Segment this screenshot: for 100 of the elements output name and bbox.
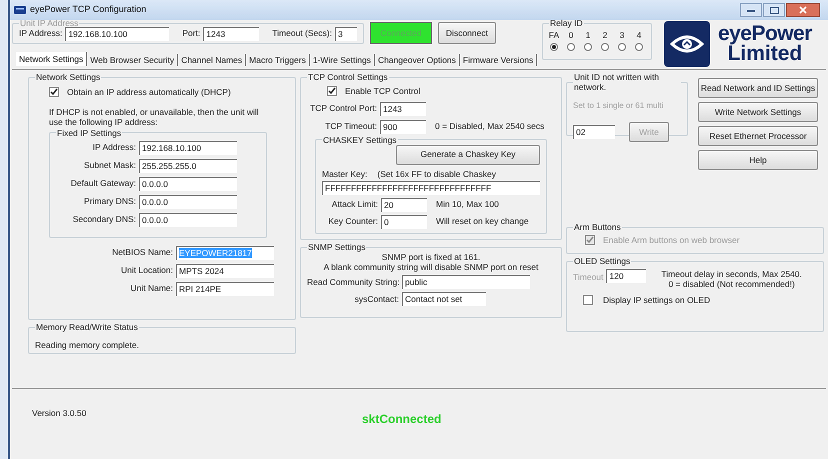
generate-key-button[interactable]: Generate a Chaskey Key (396, 144, 540, 165)
radio-label: 1 (586, 29, 590, 42)
field-label: Port: (182, 27, 200, 40)
logo-text: Limited (728, 44, 802, 64)
field-label: Timeout (Secs): (272, 27, 332, 40)
field-label: Default Gateway: (70, 177, 136, 190)
text-field[interactable]: 0.0.0.0 (139, 176, 237, 191)
group-label: Unit ID not written with network. (573, 72, 660, 92)
action-button[interactable]: Reset Ethernet Processor (698, 126, 818, 146)
text-field[interactable]: 120 (606, 269, 646, 283)
hint-text: 0 = disabled (Not recommended!) (668, 279, 795, 289)
text-field[interactable]: RPI 214PE (176, 282, 274, 296)
eye-icon (670, 34, 704, 54)
tab[interactable]: Macro Triggers (246, 54, 310, 66)
radio-button[interactable] (584, 42, 592, 51)
tab[interactable]: Firmware Versions (460, 54, 538, 66)
text-field[interactable]: public (402, 275, 530, 289)
field-label: TCP Control Port: (309, 102, 377, 116)
close-icon (799, 6, 807, 14)
field-label: TCP Timeout: (324, 120, 377, 134)
text-field[interactable]: Contact not set (402, 292, 486, 306)
status-text: Reading memory complete. (35, 340, 139, 350)
hint-text: (Set 16x FF to disable Chaskey (377, 168, 496, 180)
group-label: SNMP Settings (307, 242, 366, 252)
field-label: IP Address: (19, 27, 62, 40)
group-label: Arm Buttons (573, 222, 622, 232)
checkbox-label: Enable Arm buttons on web browser (603, 234, 740, 247)
radio-button[interactable] (567, 42, 575, 51)
text-field[interactable]: FFFFFFFFFFFFFFFFFFFFFFFFFFFFFFFF (322, 180, 540, 194)
version-text: Version 3.0.50 (32, 407, 88, 420)
checkbox-label: Obtain an IP address automatically (DHCP) (67, 86, 231, 99)
close-button[interactable] (786, 3, 820, 17)
minimize-icon (747, 8, 755, 12)
checkbox[interactable] (583, 295, 593, 306)
action-button[interactable]: Read Network and ID Settings (698, 78, 818, 98)
hint-text: Set to 1 single or 61 multi (573, 101, 664, 110)
field-label: Attack Limit: (330, 198, 378, 211)
text-field[interactable]: 192.168.10.100 (139, 140, 237, 155)
tab[interactable]: 1-Wire Settings (310, 54, 375, 66)
field-label: Unit Name: (129, 282, 173, 296)
radio-label: FA (548, 29, 560, 42)
text-field[interactable]: 20 (381, 198, 427, 212)
radio-button[interactable] (601, 42, 609, 51)
action-button[interactable]: Help (698, 150, 818, 170)
field-label: Read Community String: (307, 276, 399, 288)
radio-button[interactable] (550, 42, 558, 51)
radio-label: 0 (568, 29, 574, 42)
note-text: A blank community string will disable SNMP port on reset (322, 262, 540, 272)
text-field[interactable]: 02 (573, 125, 615, 139)
field-label: Unit Location: (120, 264, 173, 278)
field-label: Timeout (573, 271, 604, 284)
app-icon (14, 5, 26, 15)
checkbox[interactable] (49, 87, 59, 98)
field-label: Secondary DNS: (72, 213, 136, 226)
group-label: Network Settings (35, 72, 102, 82)
field-label: NetBIOS Name: (111, 246, 173, 260)
checkbox-label: Display IP settings on OLED (603, 294, 710, 307)
checkbox-label: Enable TCP Control (345, 85, 420, 98)
logo-text: eyePower (718, 24, 812, 44)
group-label: Unit IP Address (19, 18, 80, 28)
field-label: Key Counter: (327, 215, 378, 228)
radio-button[interactable] (635, 42, 643, 51)
text-field[interactable]: 900 (380, 120, 426, 134)
group-label: TCP Control Settings (307, 72, 389, 82)
maximize-button[interactable] (763, 3, 785, 17)
radio-label: 2 (602, 29, 608, 42)
hint-text: Timeout delay in seconds, Max 2540. (661, 269, 802, 279)
text-field[interactable]: 0 (381, 214, 427, 228)
group-label: OLED Settings (573, 256, 632, 266)
radio-button[interactable] (618, 42, 626, 51)
group-label: Fixed IP Settings (56, 128, 122, 138)
radio-label: 4 (636, 29, 642, 42)
tab[interactable]: Web Browser Security (87, 54, 178, 66)
text-field[interactable]: 3 (334, 26, 357, 40)
note-text: If DHCP is not enabled, or unavailable, then the unit will use the following IP address: (49, 106, 259, 127)
text-field[interactable]: 192.168.10.100 (65, 26, 170, 40)
field-label: sysContact: (354, 292, 399, 306)
note-text: SNMP port is fixed at 161. (380, 252, 482, 262)
text-field[interactable]: 1243 (203, 26, 260, 40)
action-button[interactable]: Write Network Settings (698, 102, 818, 122)
connection-status: sktConnected (362, 411, 442, 428)
minimize-button[interactable] (740, 3, 762, 17)
radio-label: 3 (620, 29, 624, 42)
text-field[interactable]: 255.255.255.0 (139, 158, 237, 173)
disconnect-button[interactable]: Disconnect (438, 22, 496, 44)
tab[interactable]: Channel Names (178, 54, 246, 66)
hint-text: Min 10, Max 100 (436, 198, 499, 211)
maximize-icon (770, 6, 778, 14)
tab[interactable]: Changeover Options (374, 54, 460, 66)
group-label: Memory Read/Write Status (35, 322, 139, 332)
tab[interactable]: Network Settings (16, 52, 88, 66)
text-field[interactable]: 1243 (380, 102, 426, 116)
text-field[interactable]: MPTS 2024 (176, 264, 274, 278)
group-label: CHASKEY Settings (322, 134, 398, 145)
group-label: Relay ID (549, 18, 584, 28)
field-label: Primary DNS: (83, 195, 136, 208)
text-field[interactable]: 0.0.0.0 (139, 212, 237, 227)
text-field[interactable]: 0.0.0.0 (139, 194, 237, 209)
checkbox[interactable] (327, 86, 337, 96)
hint-text: Will reset on key change (436, 215, 529, 228)
